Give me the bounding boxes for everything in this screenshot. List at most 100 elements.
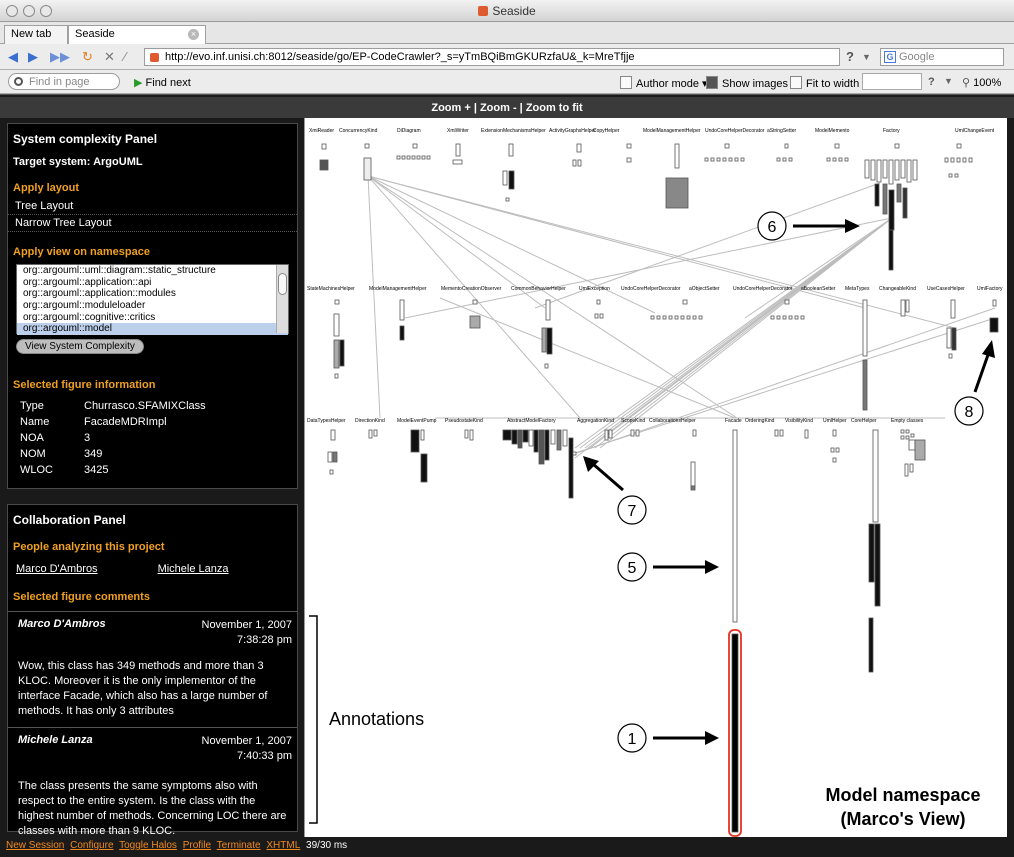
svg-text:7: 7 xyxy=(628,503,637,520)
person-link[interactable]: Michele Lanza xyxy=(158,563,229,575)
url-text: http://evo.inf.unisi.ch:8012/seaside/go/… xyxy=(165,51,635,63)
list-item[interactable]: org::argouml::application::modules xyxy=(17,288,288,300)
list-item[interactable]: org::argouml::cognitive::critics xyxy=(17,312,288,324)
help-icon[interactable]: ? xyxy=(846,50,854,64)
find-help-icon[interactable]: ? xyxy=(928,76,935,88)
row1-figures[interactable] xyxy=(319,143,973,271)
zoom-level: 100% xyxy=(973,77,1002,89)
class-label: XmiWriter xyxy=(447,128,469,134)
panel-title: System complexity Panel xyxy=(13,132,158,146)
complexity-canvas[interactable]: XmiReader ConcurrencyKind DiDiagram XmiW… xyxy=(305,118,1008,837)
class-label: UndoCoreHelperDecorator xyxy=(705,128,765,134)
list-item-selected[interactable]: org::argouml::model xyxy=(17,323,288,336)
list-item[interactable]: org::argouml::uml::diagram::static_struc… xyxy=(17,265,288,277)
comment-text: The class presents the same symptoms als… xyxy=(18,780,287,837)
address-bar[interactable]: http://evo.inf.unisi.ch:8012/seaside/go/… xyxy=(144,48,840,66)
right-gutter xyxy=(1007,118,1014,837)
fit-label: Fit to width xyxy=(806,78,860,90)
zoom-controls[interactable]: Zoom + | Zoom - | Zoom to fit xyxy=(0,97,1014,119)
configure-link[interactable]: Configure xyxy=(70,840,113,851)
close-tab-icon[interactable]: × xyxy=(188,29,199,40)
fit-input[interactable] xyxy=(862,73,922,90)
row2-labels: StateMachinesHelper ModelManagementHelpe… xyxy=(307,286,1003,292)
comment: Michele Lanza November 1, 2007 7:40:33 p… xyxy=(8,727,297,843)
info-key: Type xyxy=(20,400,44,412)
class-label: CollaborationsHelper xyxy=(649,418,696,424)
browser-window: Seaside New tab Seaside × ◀ ▶ ▶▶ ↻ ✕ ⁄ ht… xyxy=(0,0,1014,857)
facade-mdr-impl-figure[interactable] xyxy=(728,629,742,837)
title-bar: Seaside xyxy=(0,0,1014,22)
figure-info-table: Type Churrasco.SFAMIXClass Name FacadeMDRI… xyxy=(16,398,212,478)
tab-label: Seaside xyxy=(75,28,115,40)
find-placeholder: Find in page xyxy=(29,76,90,88)
row1-labels: XmiReader ConcurrencyKind DiDiagram XmiW… xyxy=(309,128,995,134)
target-system: Target system: ArgoUML xyxy=(13,156,143,168)
tab-seaside[interactable]: Seaside × xyxy=(68,25,206,44)
profile-link[interactable]: Profile xyxy=(183,840,211,851)
find-bar: Find in page ▶ Find next Author mode ▾ S… xyxy=(0,70,1014,94)
list-scrollbar[interactable] xyxy=(276,265,288,333)
marker-8: 8 xyxy=(954,340,995,426)
zoom-control[interactable]: ⚲ 100% xyxy=(962,76,1001,89)
person-link[interactable]: Marco D'Ambros xyxy=(16,563,98,575)
list-item[interactable]: org::argouml::moduleloader xyxy=(17,300,288,312)
class-label: aBooleanSetter xyxy=(801,286,836,292)
fit-icon xyxy=(790,76,802,89)
class-label: ModelManagementHelper xyxy=(369,286,427,292)
class-label: OrderingKind xyxy=(745,418,775,424)
page-icon xyxy=(620,76,632,89)
find-input[interactable]: Find in page xyxy=(8,73,120,90)
svg-text:5: 5 xyxy=(628,560,637,577)
layout-narrow-tree[interactable]: Narrow Tree Layout xyxy=(8,215,297,232)
tab-new[interactable]: New tab xyxy=(4,25,68,44)
reload-icon[interactable]: ↻ xyxy=(82,50,93,64)
info-key: NOA xyxy=(20,432,44,444)
terminate-link[interactable]: Terminate xyxy=(217,840,261,851)
namespace-list[interactable]: org::argouml::uml::diagram::static_struc… xyxy=(16,264,289,336)
author-mode-label: Author mode xyxy=(636,78,699,90)
class-label: ModelMemento xyxy=(815,128,850,134)
annotations-bracket: Annotations xyxy=(309,615,424,824)
class-label: MetaTypes xyxy=(845,286,870,292)
scroll-thumb[interactable] xyxy=(278,273,287,295)
class-label: UndoCoreHelperDecorator xyxy=(733,286,793,292)
layout-tree[interactable]: Tree Layout xyxy=(8,198,297,215)
tab-bar: New tab Seaside × xyxy=(0,22,1014,44)
find-next-label: Find next xyxy=(145,77,191,89)
image-icon xyxy=(706,76,718,89)
magnifier-icon: ⚲ xyxy=(962,77,971,89)
fast-forward-icon[interactable]: ▶▶ xyxy=(50,50,70,64)
render-time: 39/30 ms xyxy=(306,840,348,851)
class-label: DataTypesHelper xyxy=(307,418,346,424)
row3-figures[interactable] xyxy=(327,429,926,673)
xhtml-link[interactable]: XHTML xyxy=(266,840,300,851)
class-label: PseudostateKind xyxy=(445,418,483,424)
toggle-halos-link[interactable]: Toggle Halos xyxy=(119,840,177,851)
find-next-button[interactable]: ▶ Find next xyxy=(134,76,191,89)
page-favicon-icon xyxy=(150,53,159,62)
table-row: WLOC 3425 xyxy=(16,462,212,478)
show-images-button[interactable]: Show images xyxy=(706,76,788,90)
search-field[interactable]: G Google xyxy=(880,48,1004,66)
class-label: MementoCreationObserver xyxy=(441,286,502,292)
system-complexity-view[interactable]: XmiReader ConcurrencyKind DiDiagram XmiW… xyxy=(304,118,1007,837)
svg-text:6: 6 xyxy=(768,219,777,236)
class-label: CoreHelper xyxy=(851,418,877,424)
status-bar: New Session Configure Toggle Halos Profi… xyxy=(0,837,1014,857)
class-label: ScopeKind xyxy=(621,418,645,424)
bookmark-icon[interactable]: ⁄ xyxy=(124,50,126,64)
new-session-link[interactable]: New Session xyxy=(6,840,64,851)
list-item[interactable]: org::argouml::application::api xyxy=(17,277,288,289)
back-icon[interactable]: ◀ xyxy=(8,50,18,64)
class-label: aObjectSetter xyxy=(689,286,720,292)
forward-icon[interactable]: ▶ xyxy=(28,50,38,64)
fit-to-width-button[interactable]: Fit to width xyxy=(790,76,859,90)
author-mode-button[interactable]: Author mode ▾ xyxy=(620,76,708,90)
class-label: AggregationKind xyxy=(577,418,614,424)
search-engine-dropdown-icon[interactable]: ▼ xyxy=(862,50,871,64)
find-dropdown-icon[interactable]: ▼ xyxy=(944,76,953,86)
stop-icon[interactable]: ✕ xyxy=(104,50,115,64)
annotations-label: Annotations xyxy=(329,709,424,729)
info-value: Churrasco.SFAMIXClass xyxy=(84,400,206,412)
view-system-complexity-button[interactable]: View System Complexity xyxy=(16,339,144,354)
